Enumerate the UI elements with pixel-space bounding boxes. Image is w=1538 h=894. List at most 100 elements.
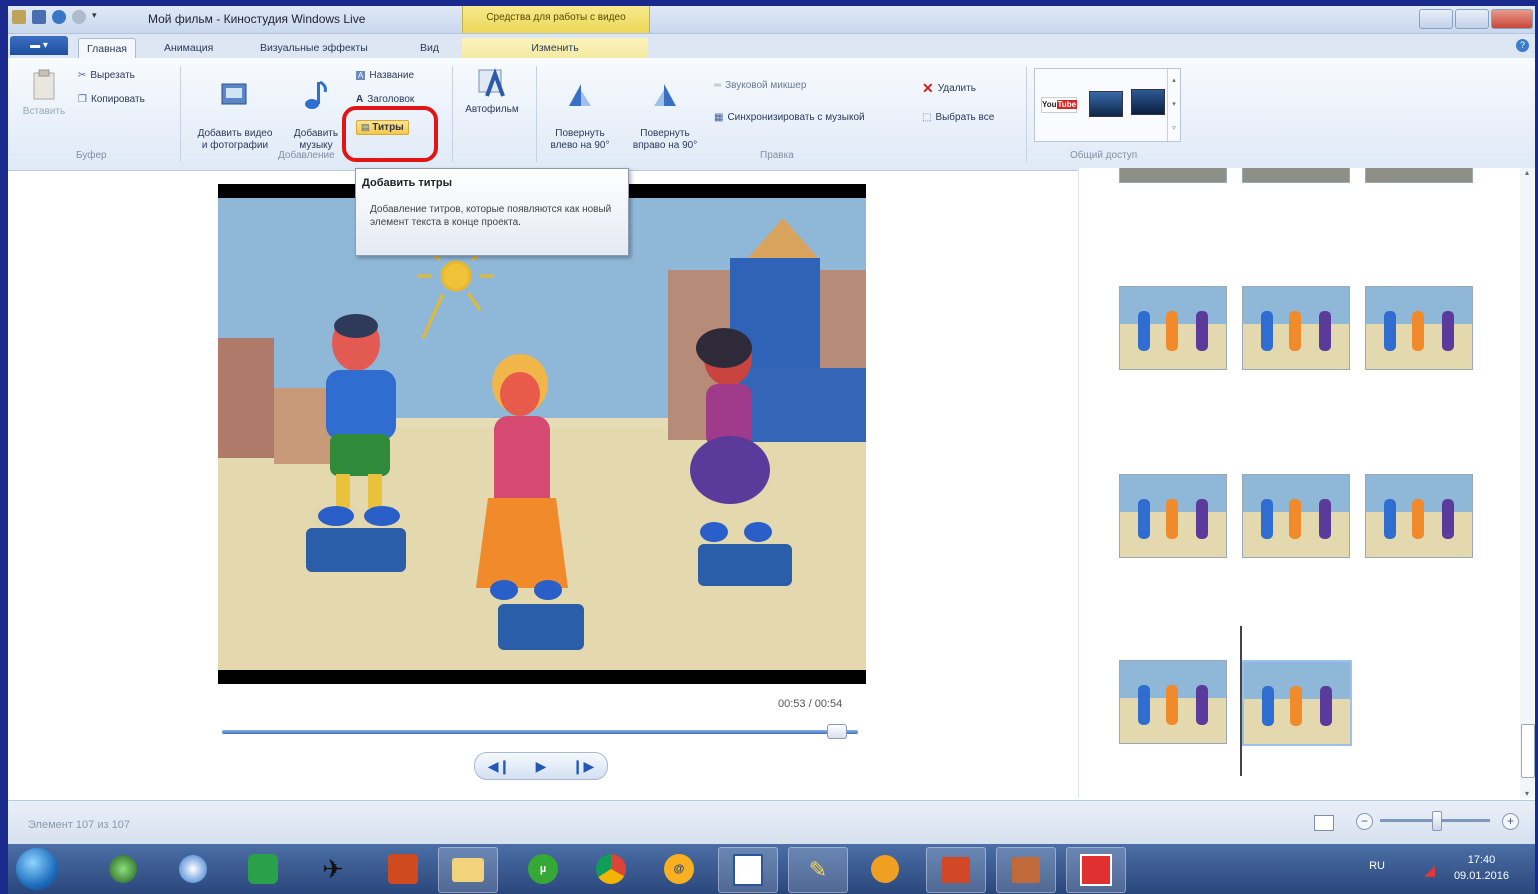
youtube-icon[interactable]: YouTube bbox=[1041, 97, 1078, 113]
taskbar-game-icon[interactable] bbox=[234, 847, 292, 891]
maximize-button[interactable] bbox=[1455, 9, 1489, 29]
delete-x-icon: ✕ bbox=[922, 80, 934, 96]
storyboard-thumbnail[interactable] bbox=[1119, 168, 1227, 183]
previous-frame-icon[interactable]: ◀❙ bbox=[488, 758, 511, 775]
seek-thumb[interactable] bbox=[827, 724, 848, 739]
ribbon: Вставить ✂ Вырезать ❐ Копировать Буфер Д… bbox=[8, 58, 1535, 171]
add-video-label: Добавить видео и фотографии bbox=[197, 128, 273, 151]
taskbar-bird-icon[interactable]: ✈ bbox=[304, 847, 362, 891]
taskbar-media-player-icon[interactable] bbox=[164, 847, 222, 891]
storyboard-scrollbar[interactable]: ▴ ▾ bbox=[1520, 168, 1535, 798]
storyboard-thumbnail[interactable] bbox=[1119, 286, 1227, 370]
window-controls bbox=[1419, 9, 1533, 29]
language-indicator[interactable]: RU bbox=[1369, 860, 1385, 872]
taskbar-puzzle-icon[interactable] bbox=[374, 847, 432, 891]
scroll-down-icon[interactable]: ▾ bbox=[1520, 789, 1534, 798]
taskbar-chrome-icon[interactable] bbox=[582, 847, 640, 891]
status-bar: Элемент 107 из 107 − + bbox=[8, 800, 1535, 844]
add-music-button[interactable]: Добавить музыку bbox=[288, 66, 344, 152]
minimize-button[interactable] bbox=[1419, 9, 1453, 29]
audio-mixer-button[interactable]: ═ Звуковой микшер bbox=[714, 80, 806, 91]
undo-icon[interactable] bbox=[52, 10, 66, 24]
automovie-button[interactable]: Автофильм bbox=[456, 66, 528, 116]
tab-edit[interactable]: Изменить bbox=[462, 38, 648, 58]
cut-button[interactable]: ✂ Вырезать bbox=[78, 70, 135, 81]
thumbnail-figure bbox=[1166, 685, 1178, 725]
tray-flag-icon[interactable]: ◢ bbox=[1424, 862, 1435, 879]
taskbar-powerpoint-icon[interactable] bbox=[926, 847, 986, 893]
close-button[interactable] bbox=[1491, 9, 1533, 29]
thumbnail-size-icon[interactable] bbox=[1314, 815, 1334, 831]
film-photo-icon bbox=[221, 83, 247, 105]
seek-bar[interactable] bbox=[222, 730, 858, 734]
customize-qat-icon[interactable]: ▾ bbox=[92, 10, 106, 24]
gallery-scroll[interactable]: ▴ ▾ ▿ bbox=[1167, 69, 1180, 141]
play-icon[interactable]: ▶ bbox=[536, 758, 547, 775]
storyboard-thumbnail[interactable] bbox=[1119, 660, 1227, 744]
sync-music-label: Синхронизировать с музыкой bbox=[727, 112, 865, 123]
tab-view[interactable]: Вид bbox=[412, 38, 447, 58]
taskbar-presentation-icon[interactable] bbox=[1066, 847, 1126, 893]
tab-home[interactable]: Главная bbox=[78, 38, 136, 59]
clock[interactable]: 17:40 09.01.2016 bbox=[1454, 852, 1509, 884]
taskbar-utorrent-icon[interactable]: µ bbox=[514, 847, 572, 891]
sync-music-button[interactable]: ▦ Синхронизировать с музыкой bbox=[714, 112, 865, 123]
storyboard-thumbnail-selected[interactable] bbox=[1242, 660, 1352, 746]
redo-icon[interactable] bbox=[72, 10, 86, 24]
taskbar-mail-agent-icon[interactable]: @ bbox=[650, 847, 708, 891]
scroll-thumb[interactable] bbox=[1521, 724, 1535, 778]
copy-button[interactable]: ❐ Копировать bbox=[78, 94, 145, 105]
storyboard-thumbnail[interactable] bbox=[1242, 168, 1350, 183]
timecode: 00:53 / 00:54 bbox=[778, 698, 843, 710]
zoom-slider-thumb[interactable] bbox=[1432, 811, 1442, 831]
storyboard-thumbnail[interactable] bbox=[1242, 474, 1350, 558]
taskbar-globe-icon[interactable] bbox=[94, 847, 152, 891]
window-title: Мой фильм - Киностудия Windows Live bbox=[148, 12, 366, 26]
clock-date: 09.01.2016 bbox=[1453, 870, 1509, 882]
thumbnail-figure bbox=[1289, 311, 1301, 351]
storyboard-thumbnail[interactable] bbox=[1365, 168, 1473, 183]
delete-button[interactable]: ✕ Удалить bbox=[922, 80, 976, 97]
next-frame-icon[interactable]: ❙▶ bbox=[572, 758, 595, 775]
tab-visual-effects[interactable]: Визуальные эффекты bbox=[252, 38, 376, 58]
rotate-left-button[interactable]: Повернуть влево на 90° bbox=[542, 66, 618, 152]
taskbar-player-icon[interactable] bbox=[856, 847, 914, 891]
device-icon[interactable] bbox=[1089, 91, 1123, 117]
thumbnail-figure bbox=[1442, 311, 1454, 351]
taskbar-paint-icon[interactable]: ✎ bbox=[788, 847, 848, 893]
music-note-icon bbox=[305, 80, 327, 109]
caption-button[interactable]: A Заголовок bbox=[356, 94, 414, 105]
taskbar-word-icon[interactable] bbox=[718, 847, 778, 893]
help-icon[interactable]: ? bbox=[1516, 39, 1529, 52]
title-button[interactable]: A Название bbox=[356, 70, 414, 81]
thumbnail-figure bbox=[1196, 499, 1208, 539]
storyboard-thumbnail[interactable] bbox=[1242, 286, 1350, 370]
thumbnail-figure bbox=[1166, 311, 1178, 351]
caption-icon: A bbox=[356, 94, 364, 105]
storyboard-thumbnail[interactable] bbox=[1365, 286, 1473, 370]
automovie-icon bbox=[478, 68, 505, 97]
zoom-out-icon[interactable]: − bbox=[1356, 813, 1373, 830]
scroll-up-icon[interactable]: ▴ bbox=[1520, 168, 1534, 177]
app-menu-icon[interactable] bbox=[12, 10, 26, 24]
monitor-icon[interactable] bbox=[1131, 89, 1165, 115]
rotate-right-label: Повернуть вправо на 90° bbox=[632, 128, 698, 151]
storyboard-thumbnail[interactable] bbox=[1119, 474, 1227, 558]
rotate-right-button[interactable]: Повернуть вправо на 90° bbox=[622, 66, 708, 152]
start-button[interactable] bbox=[16, 848, 58, 890]
system-tray: RU ◢ 17:40 09.01.2016 bbox=[1325, 844, 1535, 894]
application-menu-button[interactable]: ▬ ▾ bbox=[10, 36, 68, 55]
taskbar-explorer-icon[interactable] bbox=[438, 847, 498, 893]
tab-animations[interactable]: Анимация bbox=[156, 38, 221, 58]
add-group-label: Добавление bbox=[278, 150, 335, 161]
video-preview[interactable] bbox=[218, 184, 866, 684]
caption-label: Заголовок bbox=[367, 94, 415, 105]
add-video-photos-button[interactable]: Добавить видео и фотографии bbox=[186, 66, 284, 152]
taskbar-movie-maker-icon[interactable] bbox=[996, 847, 1056, 893]
storyboard-thumbnail[interactable] bbox=[1365, 474, 1473, 558]
select-all-button[interactable]: ⬚ Выбрать все bbox=[922, 112, 994, 123]
share-group-label: Общий доступ bbox=[1070, 150, 1138, 161]
zoom-in-icon[interactable]: + bbox=[1502, 813, 1519, 830]
save-icon[interactable] bbox=[32, 10, 46, 24]
paste-button[interactable]: Вставить bbox=[16, 68, 72, 118]
